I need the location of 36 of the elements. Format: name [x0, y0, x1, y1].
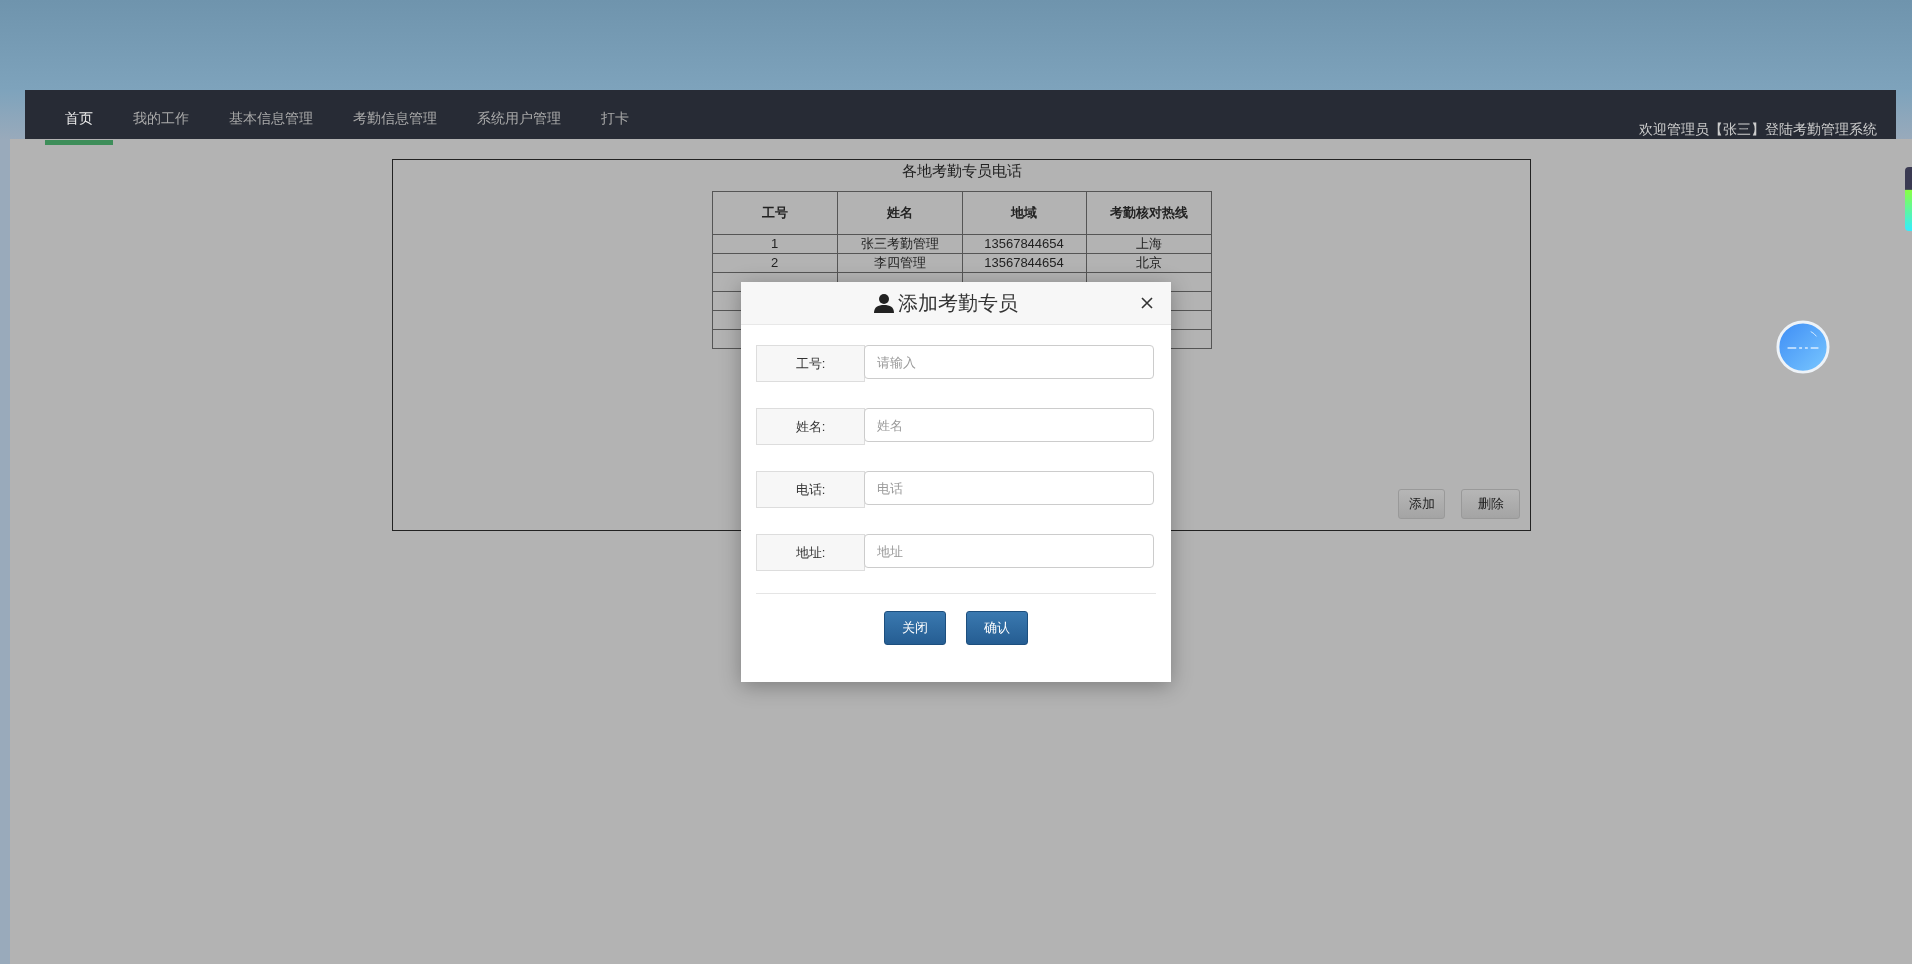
table-cell: 2	[712, 253, 837, 273]
input-field[interactable]: 电话	[864, 471, 1154, 505]
table-title: 各地考勤专员电话	[900, 162, 1023, 181]
table-cell: 13567844654	[962, 253, 1086, 273]
column-header: 工号	[712, 191, 837, 235]
column-header: 地域	[962, 191, 1086, 235]
field-label: 地址:	[756, 534, 865, 571]
nav-tab[interactable]: 系统用户管理	[457, 90, 581, 145]
column-header: 姓名	[837, 191, 962, 235]
action-button[interactable]: 添加	[1398, 489, 1445, 519]
table-cell: 上海	[1086, 234, 1211, 254]
input-field[interactable]: 地址	[864, 534, 1154, 568]
welcome-text: 欢迎管理员【张三】登陆考勤管理系统	[1639, 121, 1877, 139]
table-cell: 张三考勤管理	[837, 234, 962, 254]
input-field[interactable]: 请输入	[864, 345, 1154, 379]
field-label: 姓名:	[756, 408, 865, 445]
user-icon	[874, 293, 894, 313]
floating-assistant-icon[interactable]	[1776, 320, 1830, 374]
table-cell: 李四管理	[837, 253, 962, 273]
nav-tab[interactable]: 基本信息管理	[209, 90, 333, 145]
action-button[interactable]: 删除	[1461, 489, 1520, 519]
dialog-button[interactable]: 确认	[966, 611, 1028, 645]
field-label: 电话:	[756, 471, 865, 508]
close-icon[interactable]	[1141, 297, 1153, 309]
nav-tab[interactable]: 打卡	[581, 90, 649, 145]
nav-tab[interactable]: 考勤信息管理	[333, 90, 457, 145]
input-field[interactable]: 姓名	[864, 408, 1154, 442]
table-cell: 北京	[1086, 253, 1211, 273]
dialog-button[interactable]: 关闭	[884, 611, 946, 645]
scrollbar-thumb[interactable]	[1905, 167, 1912, 231]
table-cell: 13567844654	[962, 234, 1086, 254]
field-label: 工号:	[756, 345, 865, 382]
dialog-title: 添加考勤专员	[898, 290, 1018, 316]
nav-tab[interactable]: 我的工作	[113, 90, 209, 145]
column-header: 考勤核对热线	[1086, 191, 1211, 235]
table-cell: 1	[712, 234, 837, 254]
